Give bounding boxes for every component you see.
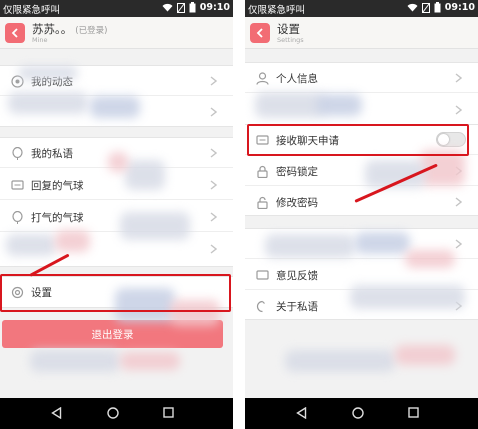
nav-back-icon[interactable]: [296, 407, 307, 419]
page-title: 苏苏。。 (已登录): [32, 21, 107, 37]
status-bar: 仅限紧急呼叫 09:10: [0, 0, 233, 17]
blur-mosaic: [265, 234, 355, 258]
chevron-right-icon: [210, 107, 217, 117]
blur-mosaic: [317, 94, 362, 116]
blur-mosaic: [285, 350, 395, 372]
blur-mosaic: [125, 160, 165, 190]
screen-divider: [233, 0, 245, 429]
nav-home-icon[interactable]: [352, 407, 364, 419]
page-subtitle: Settings: [277, 36, 304, 44]
blur-mosaic: [6, 234, 56, 256]
settings-item-personal-info[interactable]: 个人信息: [245, 63, 478, 93]
comment-icon: [11, 180, 24, 190]
feedback-icon: [256, 270, 269, 280]
chevron-right-icon: [210, 148, 217, 158]
settings-item-label: 修改密码: [276, 197, 318, 209]
username: 苏苏。。: [32, 22, 73, 36]
balloon-icon: [12, 147, 23, 160]
wifi-icon: [407, 3, 418, 12]
highlight-box: [0, 274, 231, 312]
chevron-right-icon: [455, 73, 462, 83]
menu-item-label: 打气的气球: [31, 212, 84, 224]
info-icon: [256, 300, 265, 313]
clock: 09:10: [199, 2, 230, 13]
page-title: 设置: [277, 22, 300, 36]
back-button[interactable]: [250, 23, 270, 43]
battery-icon: [189, 2, 196, 13]
highlight-box: [247, 124, 469, 156]
settings-header: 设置 Settings: [245, 17, 478, 49]
chevron-right-icon: [210, 244, 217, 254]
blur-mosaic: [405, 250, 455, 268]
menu-item-label: 我的私语: [31, 148, 73, 160]
settings-item-change-password[interactable]: 修改密码: [245, 187, 478, 217]
person-icon: [256, 72, 269, 85]
menu-item-label: 回复的气球: [31, 180, 84, 192]
blur-mosaic: [30, 350, 120, 372]
status-bar: 仅限紧急呼叫 09:10: [245, 0, 478, 17]
left-screen: 仅限紧急呼叫 09:10 苏苏。。 (已登录) Mine 我的动态 我的私语 回…: [0, 0, 233, 429]
settings-item-label: 关于私语: [276, 301, 318, 313]
chevron-right-icon: [455, 197, 462, 207]
settings-item-label: 个人信息: [276, 73, 318, 85]
settings-item-label: 意见反馈: [276, 270, 318, 282]
wifi-icon: [162, 3, 173, 12]
blur-mosaic: [395, 345, 455, 365]
blur-mosaic: [108, 152, 128, 172]
chevron-right-icon: [210, 212, 217, 222]
nav-bar: [245, 398, 478, 429]
blur-mosaic: [120, 212, 190, 240]
battery-icon: [434, 2, 441, 13]
profile-header: 苏苏。。 (已登录) Mine: [0, 17, 233, 49]
chevron-right-icon: [210, 76, 217, 86]
back-button[interactable]: [5, 23, 25, 43]
page-subtitle: Mine: [32, 36, 48, 44]
blur-mosaic: [350, 285, 465, 309]
chevron-right-icon: [210, 180, 217, 190]
blur-mosaic: [55, 230, 90, 252]
clock: 09:10: [444, 2, 475, 13]
no-sim-icon: [176, 2, 185, 13]
menu-item-replied-balloons[interactable]: 回复的气球: [0, 170, 233, 200]
chevron-right-icon: [455, 239, 462, 249]
nav-recents-icon[interactable]: [408, 407, 419, 418]
blur-mosaic: [255, 92, 325, 118]
back-arrow-icon: [256, 28, 263, 38]
nav-back-icon[interactable]: [51, 407, 62, 419]
blur-mosaic: [18, 66, 78, 80]
blur-mosaic: [90, 96, 140, 118]
nav-bar: [0, 398, 233, 429]
key-icon: [257, 196, 268, 209]
settings-item-label: 密码锁定: [276, 166, 318, 178]
chevron-right-icon: [455, 105, 462, 115]
blur-mosaic: [8, 92, 88, 114]
back-arrow-icon: [11, 28, 18, 38]
balloon-icon: [12, 211, 23, 224]
login-status: (已登录): [75, 26, 108, 36]
no-sim-icon: [421, 2, 430, 13]
lock-icon: [257, 165, 268, 178]
blur-mosaic: [355, 232, 410, 254]
carrier-text: 仅限紧急呼叫: [3, 5, 61, 16]
carrier-text: 仅限紧急呼叫: [248, 5, 306, 16]
blur-mosaic: [120, 352, 180, 370]
right-screen: 仅限紧急呼叫 09:10 设置 Settings 个人信息 接收聊天申请 密码锁…: [245, 0, 478, 429]
menu-item-cheered-balloons[interactable]: 打气的气球: [0, 202, 233, 232]
nav-recents-icon[interactable]: [163, 407, 174, 418]
nav-home-icon[interactable]: [107, 407, 119, 419]
